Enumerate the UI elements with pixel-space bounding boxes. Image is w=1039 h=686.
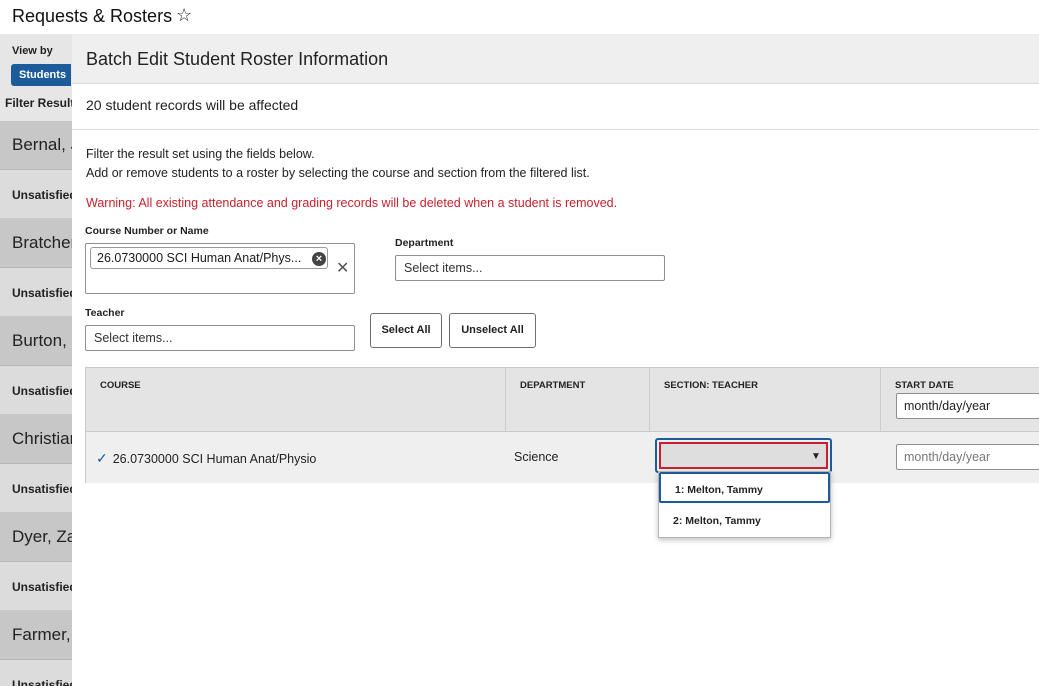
section-teacher-select-field[interactable]: ▼ bbox=[659, 442, 828, 469]
department-label: Department bbox=[395, 237, 454, 249]
column-section-teacher: SECTION: TEACHER bbox=[650, 368, 881, 432]
section-teacher-select[interactable]: ▼ bbox=[655, 438, 832, 473]
filter-results-label: Filter Results bbox=[5, 96, 72, 110]
teacher-label: Teacher bbox=[85, 307, 125, 319]
course-chip-label: 26.0730000 SCI Human Anat/Phys... bbox=[97, 251, 302, 265]
row-department: Science bbox=[514, 450, 559, 464]
course-chip: 26.0730000 SCI Human Anat/Phys... × bbox=[90, 247, 328, 269]
caret-down-icon: ▼ bbox=[811, 451, 821, 462]
row-course: 26.0730000 SCI Human Anat/Physio bbox=[112, 452, 317, 466]
section-option[interactable]: 1: Melton, Tammy bbox=[659, 472, 830, 503]
student-status: Unsatisfied bbox=[0, 464, 72, 513]
column-course: COURSE bbox=[86, 368, 506, 432]
table-header: COURSE DEPARTMENT SECTION: TEACHER START… bbox=[86, 368, 1039, 432]
left-panel: View by Students Filter Results Bernal, … bbox=[0, 34, 72, 686]
remove-chip-icon[interactable]: × bbox=[312, 252, 326, 266]
warning-message: Warning: All existing attendance and gra… bbox=[86, 196, 618, 210]
start-date-header-label: START DATE bbox=[895, 380, 954, 391]
check-icon: ✓ bbox=[96, 450, 108, 466]
course-multiselect[interactable]: 26.0730000 SCI Human Anat/Phys... × ✕ bbox=[85, 243, 355, 294]
batch-edit-modal: Batch Edit Student Roster Information 20… bbox=[72, 34, 1039, 686]
section-option[interactable]: 2: Melton, Tammy bbox=[659, 505, 830, 536]
student-status: Unsatisfied bbox=[0, 562, 72, 611]
view-by-label: View by bbox=[12, 45, 53, 57]
student-name[interactable]: Bernal, J bbox=[0, 121, 72, 170]
student-status: Unsatisfied bbox=[0, 366, 72, 415]
table-row: ✓ 26.0730000 SCI Human Anat/Physio Scienc… bbox=[86, 432, 1039, 483]
column-department: DEPARTMENT bbox=[506, 368, 650, 432]
student-name[interactable]: Farmer, bbox=[0, 611, 72, 660]
student-list: Bernal, J Unsatisfied Bratcher Unsatisfi… bbox=[0, 121, 72, 686]
clear-icon[interactable]: ✕ bbox=[336, 258, 349, 278]
app-title: Requests & Rosters bbox=[12, 6, 173, 26]
view-by-students-button[interactable]: Students bbox=[11, 64, 71, 86]
row-start-date-input[interactable]: month/day/year bbox=[896, 444, 1039, 470]
student-name[interactable]: Bratcher bbox=[0, 219, 72, 268]
student-name[interactable]: Dyer, Za bbox=[0, 513, 72, 562]
app-header: Requests & Rosters ☆ bbox=[0, 0, 1039, 34]
row-course-cell: ✓ 26.0730000 SCI Human Anat/Physio bbox=[96, 432, 506, 483]
course-label: Course Number or Name bbox=[85, 225, 209, 237]
instructions: Filter the result set using the fields b… bbox=[86, 145, 590, 183]
section-teacher-dropdown: 1: Melton, Tammy 2: Melton, Tammy bbox=[658, 471, 831, 538]
student-status: Unsatisfied bbox=[0, 660, 72, 686]
teacher-multiselect[interactable]: Select items... bbox=[85, 325, 355, 351]
modal-title: Batch Edit Student Roster Information bbox=[72, 34, 1039, 84]
department-multiselect[interactable]: Select items... bbox=[395, 255, 665, 281]
roster-table: COURSE DEPARTMENT SECTION: TEACHER START… bbox=[85, 367, 1039, 483]
student-status: Unsatisfied bbox=[0, 268, 72, 317]
student-status: Unsatisfied bbox=[0, 170, 72, 219]
instructions-line-1: Filter the result set using the fields b… bbox=[86, 147, 315, 161]
student-name[interactable]: Christian bbox=[0, 415, 72, 464]
select-all-button[interactable]: Select All bbox=[370, 313, 442, 348]
unselect-all-button[interactable]: Unselect All bbox=[449, 313, 536, 348]
instructions-line-2: Add or remove students to a roster by se… bbox=[86, 166, 590, 180]
star-outline-icon[interactable]: ☆ bbox=[176, 5, 192, 26]
student-name[interactable]: Burton, bbox=[0, 317, 72, 366]
affected-count: 20 student records will be affected bbox=[72, 84, 1039, 130]
batch-start-date-input[interactable]: month/day/year bbox=[896, 393, 1039, 419]
